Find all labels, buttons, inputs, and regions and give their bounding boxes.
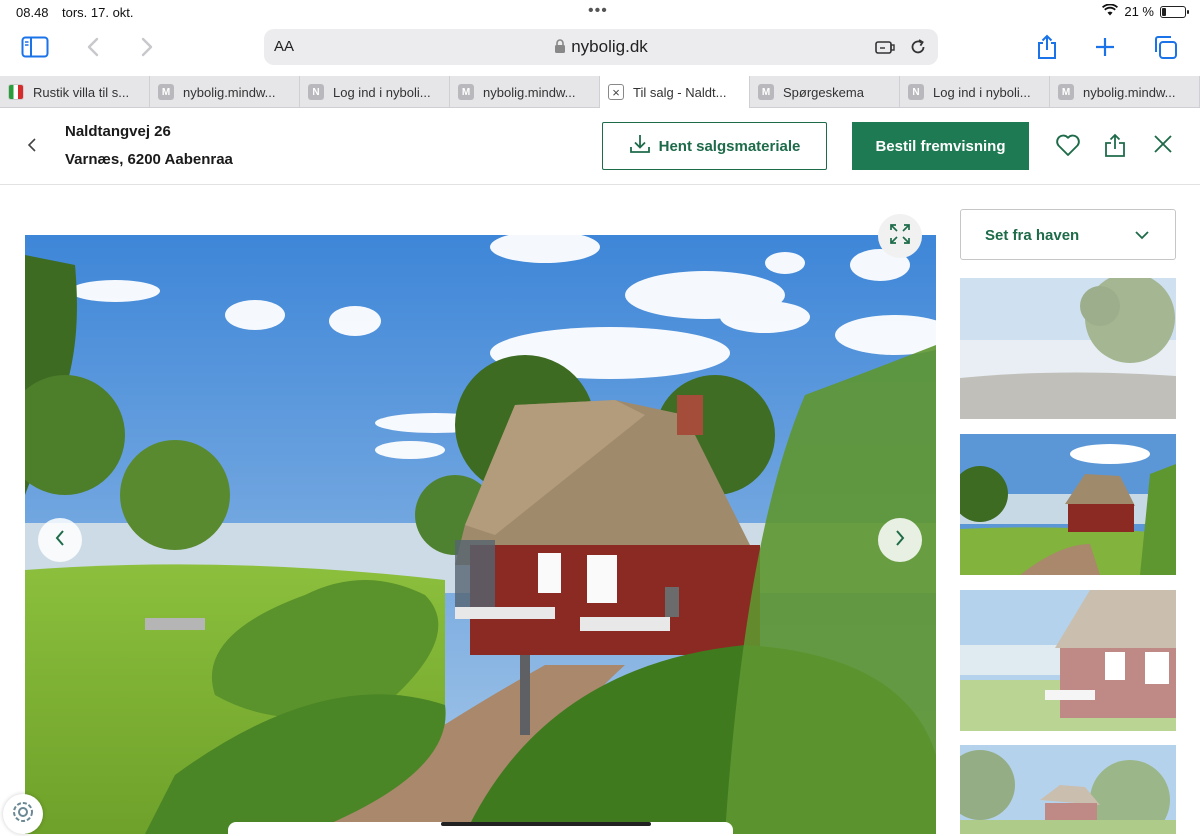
url-text: nybolig.dk (571, 37, 648, 56)
browser-tab[interactable]: M Spørgeskema (750, 76, 900, 108)
favicon-icon: N (908, 84, 924, 100)
gallery-next-button[interactable] (878, 518, 922, 562)
sidebar-icon[interactable] (20, 32, 50, 62)
book-viewing-button[interactable]: Bestil fremvisning (852, 122, 1029, 170)
browser-tab[interactable]: Rustik villa til s... (0, 76, 150, 108)
browser-tab[interactable]: Mnybolig.mindw... (1050, 76, 1200, 108)
photo-category-dropdown[interactable]: Set fra haven (960, 209, 1176, 260)
home-indicator (441, 822, 651, 826)
chevron-left-icon (53, 529, 67, 552)
battery-percent: 21 % (1124, 4, 1154, 19)
expand-icon (888, 222, 912, 251)
date: tors. 17. okt. (62, 5, 134, 20)
accessibility-badge[interactable] (3, 794, 43, 834)
browser-tab[interactable]: Mnybolig.mindw... (150, 76, 300, 108)
close-icon[interactable] (1152, 133, 1174, 160)
thumbnail-2[interactable] (960, 434, 1176, 575)
tab-label: nybolig.mindw... (183, 84, 276, 100)
main-gallery-photo[interactable] (25, 235, 936, 834)
share-icon[interactable] (1032, 32, 1062, 62)
thumbnail-1[interactable] (960, 278, 1176, 419)
favicon-icon: N (308, 84, 324, 100)
address-street: Naldtangvej 26 (65, 123, 171, 140)
battery-icon (1160, 5, 1189, 18)
gallery-previous-button[interactable] (38, 518, 82, 562)
lock-icon (554, 39, 566, 59)
browser-toolbar: AA nybolig.dk (0, 24, 1200, 72)
photo-category-label: Set fra haven (985, 227, 1080, 244)
download-icon (629, 133, 651, 159)
tab-label: nybolig.mindw... (1083, 84, 1176, 100)
favicon-icon: M (458, 84, 474, 100)
address-city: Varnæs, 6200 Aabenraa (65, 151, 233, 168)
reload-icon[interactable] (908, 37, 928, 62)
expand-fullscreen-button[interactable] (878, 214, 922, 258)
status-bar: 08.48 tors. 17. okt. ••• 21 % (0, 0, 1200, 24)
tab-label: Til salg - Naldt... (633, 84, 727, 100)
flag-icon (8, 84, 24, 100)
forward-arrow-icon[interactable] (132, 32, 162, 62)
tab-label: Log ind i nyboli... (933, 84, 1031, 100)
favicon-icon: M (1058, 84, 1074, 100)
tab-label: Spørgeskema (783, 84, 864, 100)
gear-icon (10, 799, 36, 830)
heart-icon[interactable] (1055, 133, 1081, 162)
tab-overview-icon[interactable] (1150, 32, 1180, 62)
browser-tab[interactable]: × Til salg - Naldt... (600, 76, 750, 108)
tab-label: nybolig.mindw... (483, 84, 576, 100)
browser-tab[interactable]: N Log ind i nyboli... (900, 76, 1050, 108)
favicon-icon: M (758, 84, 774, 100)
download-sales-material-button[interactable]: Hent salgsmateriale (602, 122, 827, 170)
favicon-icon: M (158, 84, 174, 100)
back-chevron-icon[interactable] (22, 135, 42, 160)
close-tab-icon[interactable]: × (608, 84, 624, 100)
chevron-right-icon (893, 529, 907, 552)
multitasking-dots-icon[interactable]: ••• (588, 2, 608, 20)
share-listing-icon[interactable] (1103, 133, 1127, 164)
thumbnail-4[interactable] (960, 745, 1176, 834)
extension-icon[interactable] (874, 37, 896, 62)
download-sales-material-label: Hent salgsmateriale (658, 137, 801, 155)
thumbnail-3[interactable] (960, 590, 1176, 731)
tab-strip: Rustik villa til s... Mnybolig.mindw... N L… (0, 76, 1200, 108)
wifi-icon (1102, 3, 1119, 19)
new-tab-icon[interactable] (1090, 32, 1120, 62)
address-bar[interactable]: AA nybolig.dk (264, 29, 938, 65)
back-arrow-icon[interactable] (78, 32, 108, 62)
clock: 08.48 (16, 5, 49, 20)
tab-label: Log ind i nyboli... (333, 84, 431, 100)
listing-header: Naldtangvej 26 Varnæs, 6200 Aabenraa Hen… (0, 109, 1200, 185)
browser-tab[interactable]: Mnybolig.mindw... (450, 76, 600, 108)
browser-tab[interactable]: N Log ind i nyboli... (300, 76, 450, 108)
chevron-down-icon (1133, 227, 1151, 248)
tab-label: Rustik villa til s... (33, 84, 130, 100)
